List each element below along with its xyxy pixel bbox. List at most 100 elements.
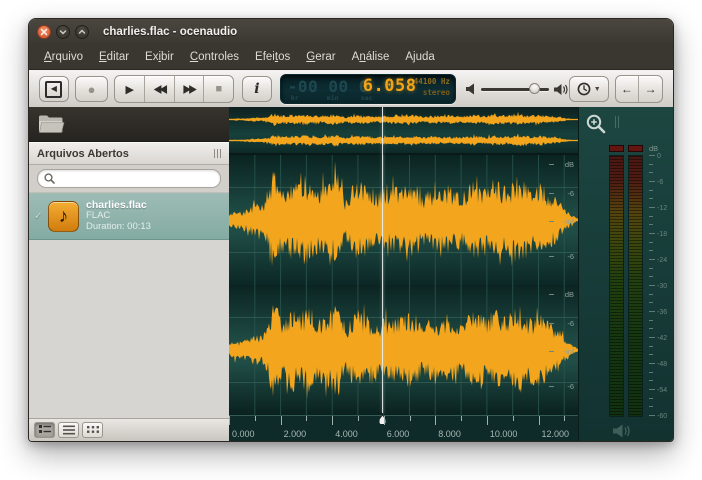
window-title: charlies.flac - ocenaudio xyxy=(103,26,237,38)
meter-scale-tick xyxy=(649,276,653,277)
menu-item-arquivo[interactable]: Arquivo xyxy=(37,48,90,66)
stop-button[interactable]: ■ xyxy=(203,76,233,102)
volume-slider-handle[interactable] xyxy=(529,83,540,94)
search-box[interactable] xyxy=(37,169,221,188)
db-ruler-tick xyxy=(549,256,554,257)
file-meta: charlies.flac FLAC Duration: 00:13 xyxy=(86,199,151,233)
time-unit-label: sec xyxy=(361,94,373,102)
meter-scale-tick xyxy=(649,380,653,381)
menu-item-ajuda[interactable]: Ajuda xyxy=(398,48,441,66)
waveform-overview[interactable] xyxy=(229,107,578,155)
window-minimize-button[interactable] xyxy=(56,25,70,39)
overview-channel-1 xyxy=(229,110,578,129)
menu-item-editar[interactable]: Editar xyxy=(92,48,136,66)
speaker-high-icon xyxy=(554,83,569,96)
skip-to-start-icon: ◀ xyxy=(45,81,62,98)
timeline-label: 10.000 xyxy=(490,429,518,439)
sidebar-tabstrip xyxy=(29,107,229,142)
meter-scale-tick xyxy=(649,259,655,260)
meter-scale-tick xyxy=(649,363,655,364)
search-input[interactable] xyxy=(59,172,214,185)
db-ruler-label: dB xyxy=(565,291,574,299)
view-list-button[interactable] xyxy=(58,422,79,438)
meter-scale-label: -6 xyxy=(657,179,663,186)
meter-scale-label: -36 xyxy=(657,309,667,316)
meter-scale-tick xyxy=(649,181,655,182)
monitor-speaker-icon[interactable] xyxy=(613,423,633,439)
meter-scale-tick xyxy=(649,207,655,208)
db-ruler-tick xyxy=(549,221,554,222)
meter-scale-label: -42 xyxy=(657,335,667,342)
zoom-in-icon[interactable] xyxy=(585,113,607,135)
menu-item-exibir[interactable]: Exibir xyxy=(138,48,181,66)
titlebar[interactable]: charlies.flac - ocenaudio xyxy=(29,19,673,45)
waveform-channel-1[interactable]: dB-6-inf-6 xyxy=(229,155,578,285)
db-ruler-tick xyxy=(549,323,554,324)
view-details-button[interactable] xyxy=(34,422,55,438)
level-meter-right xyxy=(628,155,643,417)
playhead-line[interactable] xyxy=(382,107,383,413)
skip-to-start-button[interactable]: ◀ xyxy=(39,76,69,102)
db-ruler-tick xyxy=(549,386,554,387)
maximize-icon xyxy=(78,28,86,36)
meter-db-header: dB xyxy=(649,144,658,153)
db-ruler-tick xyxy=(549,193,554,194)
waveform-channel-1-plot xyxy=(229,155,578,285)
overview-channel-2 xyxy=(229,131,578,150)
waveform-channel-2[interactable]: dB-6-inf-6 xyxy=(229,285,578,415)
meter-scale-tick xyxy=(649,302,653,303)
meter-scale-tick xyxy=(649,398,653,399)
toolbar: ◀ ● ▶ ◀◀ ▶▶ ■ i -00 00 0 6.058 44100 Hz … xyxy=(29,70,673,109)
open-files-folder-icon[interactable] xyxy=(38,114,65,134)
info-button[interactable]: i xyxy=(242,76,272,102)
meter-scale-label: -30 xyxy=(657,283,667,290)
panel-grip-icon[interactable] xyxy=(214,149,221,158)
audio-file-icon: ♪ xyxy=(48,201,79,232)
menu-item-analise[interactable]: Análise xyxy=(345,48,397,66)
file-duration: Duration: 00:13 xyxy=(86,222,151,233)
timeline-label: 12.000 xyxy=(542,429,570,439)
panel-header[interactable]: Arquivos Abertos xyxy=(29,142,229,165)
channel-mode-label: stereo xyxy=(423,88,450,97)
waveform-view[interactable]: dB-6-inf-6 dB-6-inf-6 0.0002.0004.0006.0… xyxy=(229,107,578,441)
menu-item-controles[interactable]: Controles xyxy=(183,48,246,66)
open-files-list[interactable]: ✓ ♪ charlies.flac FLAC Duration: 00:13 xyxy=(29,193,229,418)
record-button[interactable]: ● xyxy=(75,76,109,102)
rewind-button[interactable]: ◀◀ xyxy=(144,76,174,102)
meter-scale-tick xyxy=(649,311,655,312)
sidebar-bottombar xyxy=(29,418,229,441)
meter-panel-grip-icon[interactable] xyxy=(615,116,620,128)
file-list-item[interactable]: ✓ ♪ charlies.flac FLAC Duration: 00:13 xyxy=(29,193,229,240)
window-maximize-button[interactable] xyxy=(75,25,89,39)
db-ruler-tick xyxy=(549,294,554,295)
volume-control xyxy=(466,83,569,96)
db-ruler-label: -6 xyxy=(567,320,574,328)
playhead-marker-icon[interactable] xyxy=(377,415,388,424)
timeline-ruler[interactable]: 0.0002.0004.0006.0008.00010.00012.000 xyxy=(229,415,578,441)
volume-slider[interactable] xyxy=(481,83,549,95)
meter-scale-label: -24 xyxy=(657,257,667,264)
menu-item-efeitos[interactable]: Efeitos xyxy=(248,48,297,66)
timeline-tick xyxy=(461,416,462,421)
clip-indicator-right xyxy=(628,145,643,152)
meter-scale-tick xyxy=(649,354,653,355)
view-grid-button[interactable] xyxy=(82,422,103,438)
stop-icon: ■ xyxy=(215,83,222,95)
sample-rate-label: 44100 Hz xyxy=(414,78,450,86)
back-button[interactable]: ← xyxy=(616,76,639,102)
app-window: charlies.flac - ocenaudio ArquivoEditarE… xyxy=(28,18,674,442)
timeline-tick xyxy=(332,416,333,425)
timeline-tick xyxy=(306,416,307,421)
play-button[interactable]: ▶ xyxy=(115,76,144,102)
window-close-button[interactable] xyxy=(37,25,51,39)
forward-button[interactable]: → xyxy=(638,76,662,102)
time-unit-label: min xyxy=(327,94,339,102)
time-display[interactable]: -00 00 0 6.058 44100 Hz stereo hrminsec xyxy=(280,74,456,104)
meter-scale-tick xyxy=(649,268,653,269)
meter-scale-tick xyxy=(649,190,653,191)
time-format-button[interactable]: ▼ xyxy=(569,76,609,102)
dropdown-arrow-icon: ▼ xyxy=(594,86,601,93)
level-meter-left xyxy=(609,155,624,417)
menu-item-gerar[interactable]: Gerar xyxy=(299,48,342,66)
fast-forward-button[interactable]: ▶▶ xyxy=(174,76,204,102)
